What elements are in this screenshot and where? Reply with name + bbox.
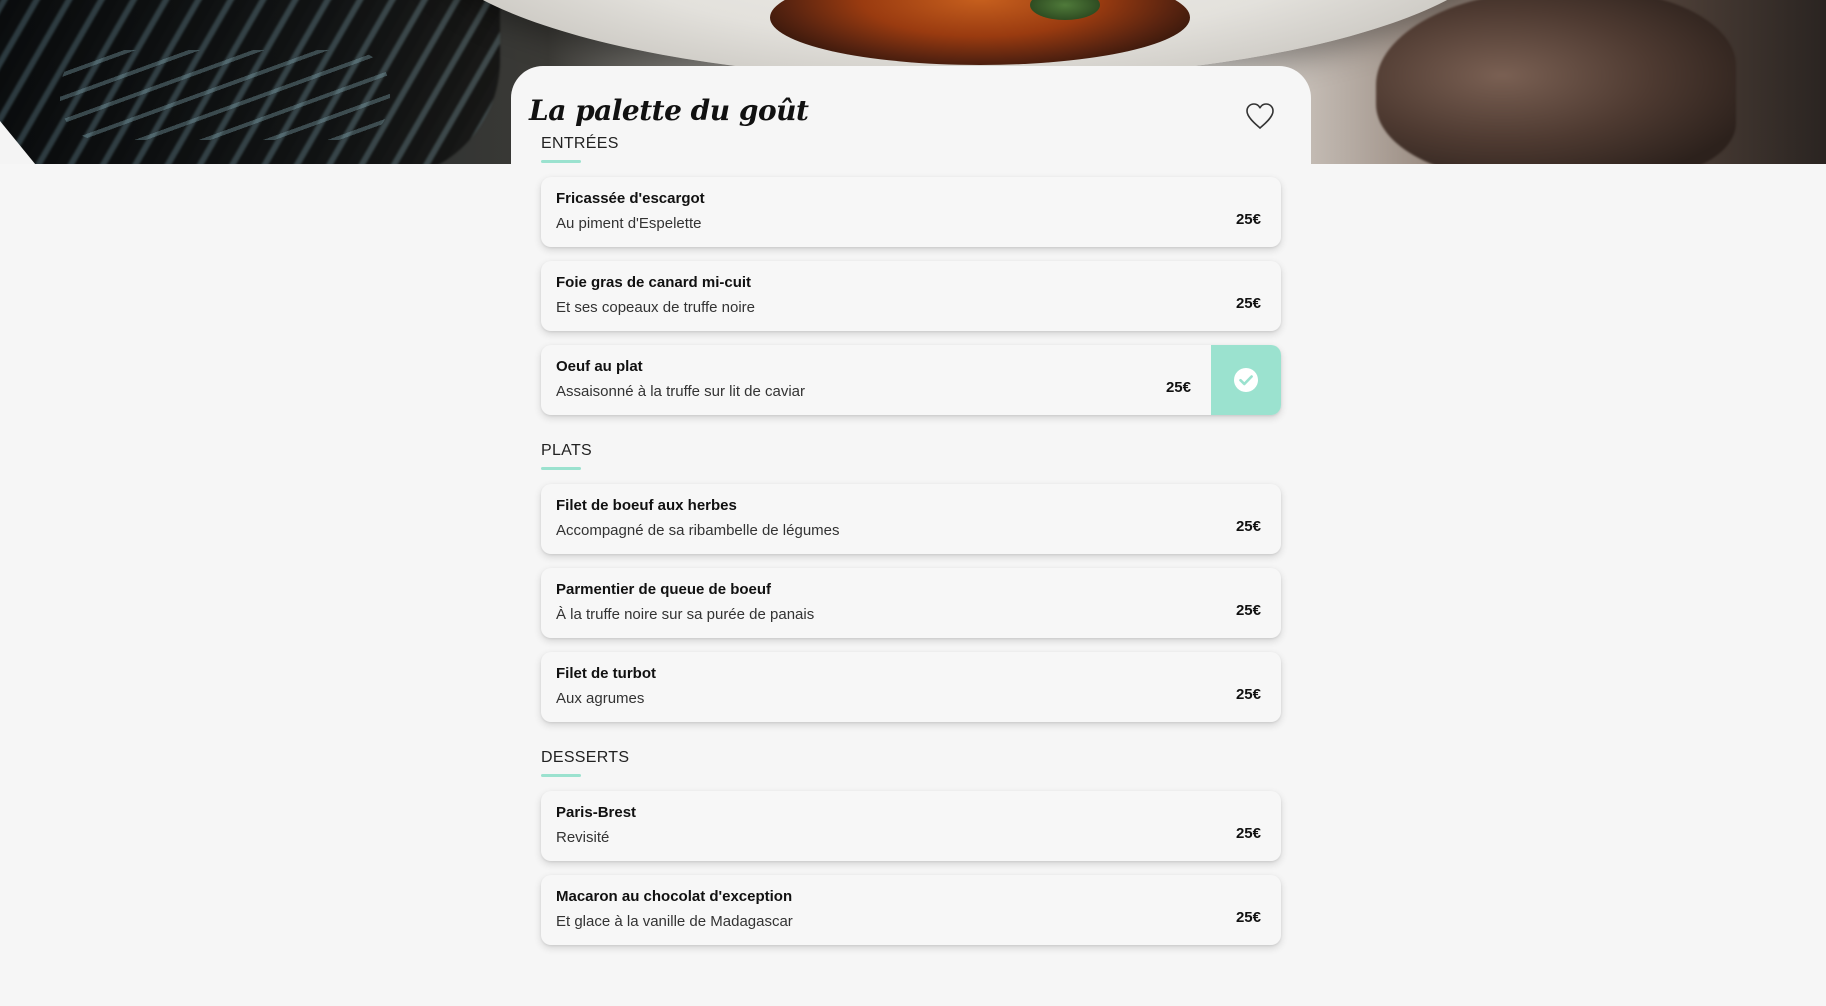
- dish-price: 25€: [1235, 825, 1261, 842]
- dish-description: Assaisonné à la truffe sur lit de caviar: [556, 383, 806, 400]
- menu-sections: ENTRÉES Fricassée d'escargot Au piment d…: [511, 134, 1311, 945]
- dish-description: Revisité: [556, 829, 610, 846]
- dish-card[interactable]: Filet de turbot Aux agrumes 25€: [541, 652, 1281, 722]
- restaurant-name: La palette du goût: [529, 94, 809, 127]
- dish-description: Aux agrumes: [556, 690, 645, 707]
- dish-card[interactable]: Foie gras de canard mi-cuit Et ses copea…: [541, 261, 1281, 331]
- dish-description: Et ses copeaux de truffe noire: [556, 299, 756, 316]
- hero-hand: [1376, 0, 1736, 164]
- dish-description: Accompagné de sa ribambelle de légumes: [556, 522, 840, 539]
- section-title: PLATS: [541, 442, 592, 459]
- dish-name: Macaron au chocolat d'exception: [556, 888, 793, 905]
- dish-name: Filet de boeuf aux herbes: [556, 497, 737, 514]
- dish-description: Au piment d'Espelette: [556, 215, 702, 232]
- dish-name: Parmentier de queue de boeuf: [556, 581, 772, 598]
- dish-price: 25€: [1235, 295, 1261, 312]
- dish-card[interactable]: Filet de boeuf aux herbes Accompagné de …: [541, 484, 1281, 554]
- section-title: DESSERTS: [541, 749, 630, 766]
- dish-price: 25€: [1165, 379, 1191, 396]
- dish-price: 25€: [1235, 909, 1261, 926]
- menu-section-desserts: DESSERTS Paris-Brest Revisité 25€ Macaro…: [511, 748, 1311, 945]
- dish-name: Filet de turbot: [556, 665, 656, 682]
- menu-section-plats: PLATS Filet de boeuf aux herbes Accompag…: [511, 441, 1311, 722]
- dish-price: 25€: [1235, 602, 1261, 619]
- menu-card: La palette du goût ENTRÉES Fricassée d'e…: [511, 66, 1311, 1006]
- dish-card-selected[interactable]: Oeuf au plat Assaisonné à la truffe sur …: [541, 345, 1281, 415]
- dish-name: Paris-Brest: [556, 804, 637, 821]
- section-title: ENTRÉES: [541, 135, 619, 152]
- dish-name: Oeuf au plat: [556, 358, 643, 375]
- favorite-button[interactable]: [1245, 102, 1275, 130]
- dish-description: À la truffe noire sur sa purée de panais: [556, 606, 815, 623]
- menu-header: La palette du goût: [511, 66, 1311, 134]
- dish-name: Fricassée d'escargot: [556, 190, 705, 207]
- heart-outline-icon: [1246, 103, 1274, 129]
- dish-price: 25€: [1235, 518, 1261, 535]
- dish-description: Et glace à la vanille de Madagascar: [556, 913, 793, 930]
- dish-name: Foie gras de canard mi-cuit: [556, 274, 752, 291]
- dish-card[interactable]: Macaron au chocolat d'exception Et glace…: [541, 875, 1281, 945]
- section-underline: [541, 774, 581, 777]
- check-circle-icon: [1234, 368, 1258, 392]
- dish-card[interactable]: Parmentier de queue de boeuf À la truffe…: [541, 568, 1281, 638]
- selected-indicator[interactable]: [1211, 345, 1281, 415]
- dish-card[interactable]: Paris-Brest Revisité 25€: [541, 791, 1281, 861]
- dish-price: 25€: [1235, 686, 1261, 703]
- dish-card[interactable]: Fricassée d'escargot Au piment d'Espelet…: [541, 177, 1281, 247]
- menu-section-entrees: ENTRÉES Fricassée d'escargot Au piment d…: [511, 134, 1311, 415]
- section-underline: [541, 160, 581, 163]
- section-underline: [541, 467, 581, 470]
- dish-price: 25€: [1235, 211, 1261, 228]
- hero-basket-shine: [60, 50, 390, 140]
